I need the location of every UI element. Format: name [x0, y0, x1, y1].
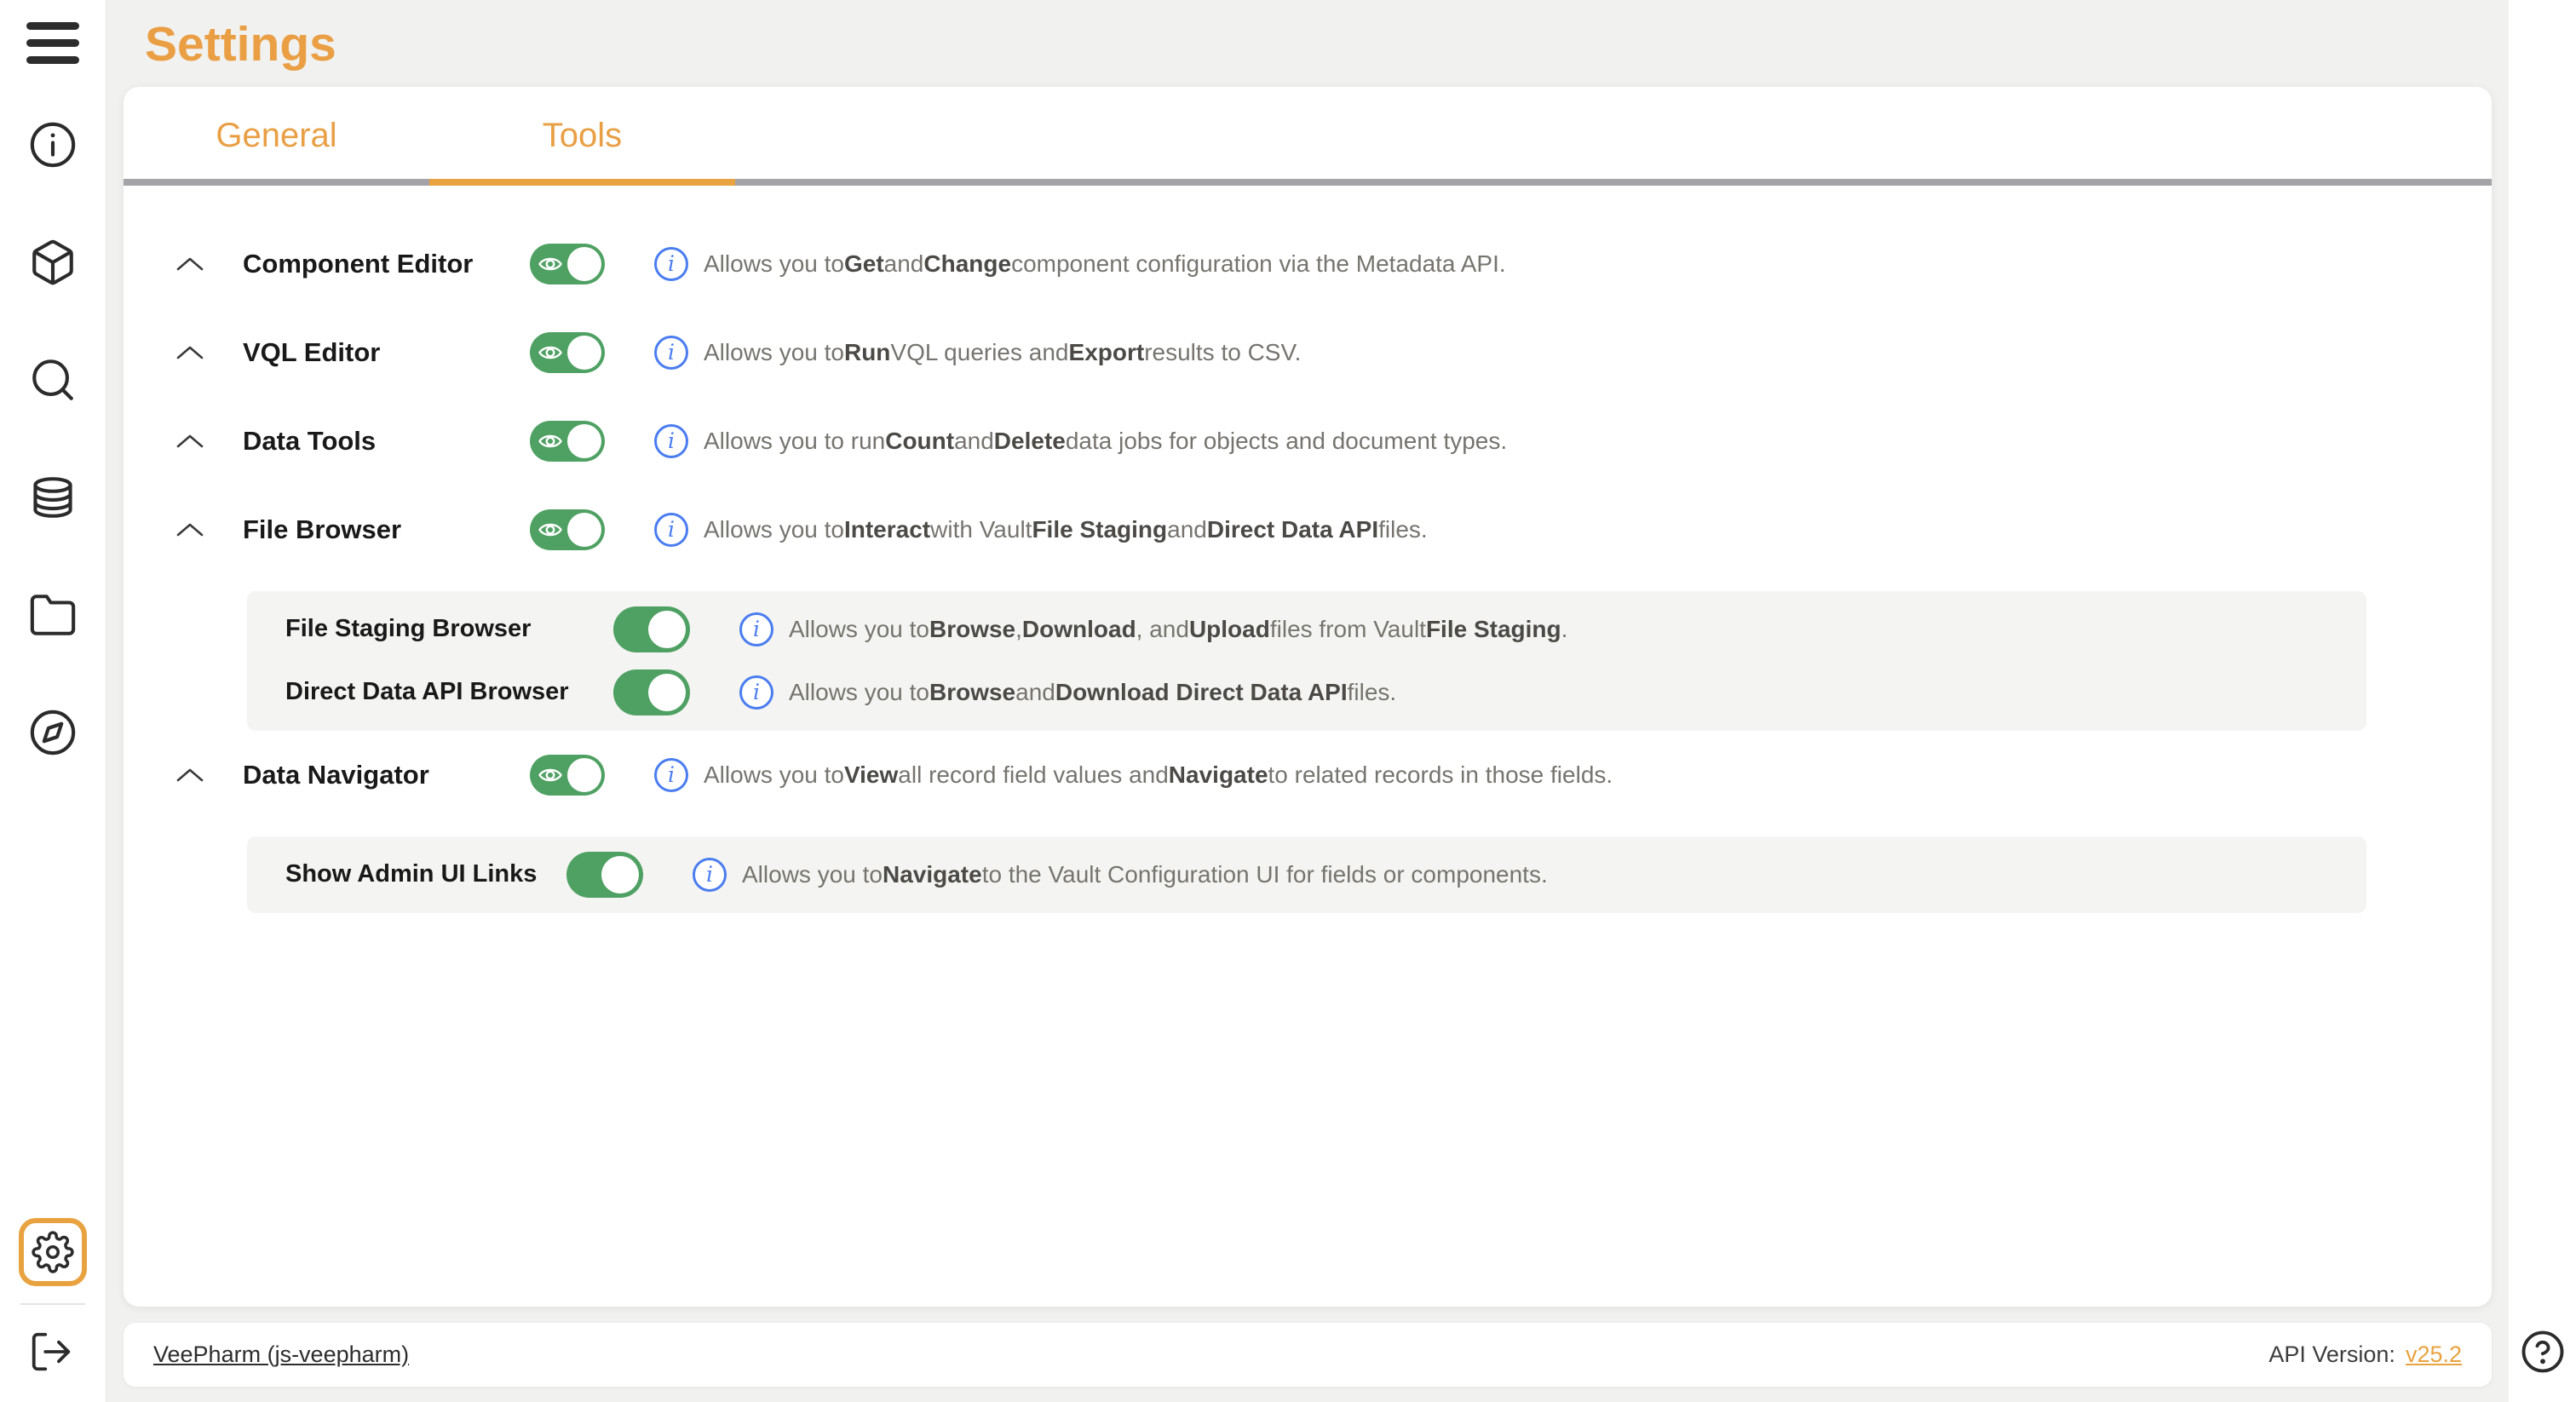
- setting-description: i Allows you to run Count and Delete dat…: [654, 424, 1507, 458]
- eye-icon: [538, 517, 563, 543]
- sidebar-item-info[interactable]: [28, 120, 78, 170]
- data-navigator-subsettings: Show Admin UI Links i Allows you to Navi…: [247, 836, 2366, 913]
- setting-label: Show Admin UI Links: [285, 860, 566, 888]
- toggle-knob: [567, 336, 601, 370]
- info-icon: [28, 120, 78, 170]
- setting-label: Data Tools: [243, 426, 530, 457]
- file-staging-browser-toggle[interactable]: [613, 606, 690, 652]
- components-box-icon: [28, 238, 78, 287]
- page-title: Settings: [145, 17, 2509, 73]
- tab-bar: General Tools: [124, 87, 2492, 186]
- setting-label: Data Navigator: [243, 760, 530, 790]
- toggle-knob: [567, 513, 601, 547]
- main-area: Settings General Tools Component Editor: [106, 0, 2509, 1402]
- toggle-knob: [567, 424, 601, 458]
- settings-card: General Tools Component Editor i: [124, 87, 2492, 1307]
- chevron-up-icon[interactable]: [175, 337, 205, 368]
- chevron-up-icon[interactable]: [175, 249, 205, 279]
- setting-row-data-tools: Data Tools i Allows you to run Count and…: [124, 414, 2492, 468]
- sidebar: [0, 0, 106, 1402]
- setting-row-show-admin-ui-links: Show Admin UI Links i Allows you to Navi…: [247, 843, 2366, 906]
- setting-label: VQL Editor: [243, 337, 530, 368]
- eye-icon: [538, 340, 563, 365]
- api-version: API Version: v25.2: [2268, 1342, 2462, 1368]
- info-icon[interactable]: i: [654, 758, 688, 792]
- setting-description: i Allows you to Browse and Download Dire…: [739, 675, 1396, 710]
- help-icon: [2520, 1329, 2566, 1375]
- sidebar-item-search[interactable]: [28, 355, 78, 405]
- help-button[interactable]: [2520, 1329, 2566, 1375]
- search-icon: [28, 355, 78, 405]
- setting-row-direct-data-api-browser: Direct Data API Browser i Allows you to …: [247, 661, 2366, 724]
- setting-row-file-browser: File Browser i Allows you to Interact wi…: [124, 503, 2492, 557]
- toggle-knob: [648, 674, 686, 711]
- data-tools-toggle[interactable]: [530, 421, 605, 462]
- eye-icon: [538, 428, 563, 454]
- sidebar-item-navigator[interactable]: [28, 708, 78, 757]
- tools-tab-content: Component Editor i Allows you to Get and…: [124, 186, 2492, 1307]
- vql-editor-toggle[interactable]: [530, 332, 605, 373]
- chevron-up-icon[interactable]: [175, 760, 205, 790]
- database-icon: [28, 473, 78, 522]
- api-version-label: API Version:: [2268, 1342, 2395, 1367]
- data-navigator-toggle[interactable]: [530, 755, 605, 796]
- file-browser-subsettings: File Staging Browser i Allows you to Bro…: [247, 591, 2366, 731]
- sidebar-item-files[interactable]: [28, 590, 78, 640]
- sidebar-item-database[interactable]: [28, 473, 78, 522]
- compass-icon: [28, 708, 78, 757]
- chevron-up-icon[interactable]: [175, 426, 205, 457]
- info-icon[interactable]: i: [739, 612, 773, 646]
- setting-description: i Allows you to View all record field va…: [654, 758, 1613, 792]
- tab-general[interactable]: General: [124, 87, 429, 186]
- api-version-link[interactable]: v25.2: [2406, 1342, 2462, 1367]
- folder-icon: [28, 590, 78, 640]
- sidebar-bottom: [19, 1218, 87, 1402]
- toggle-knob: [567, 758, 601, 792]
- logout-icon: [28, 1329, 74, 1375]
- sidebar-item-components[interactable]: [28, 238, 78, 287]
- setting-description: i Allows you to Navigate to the Vault Co…: [693, 858, 1548, 892]
- setting-row-data-navigator: Data Navigator i Allows you to View all …: [124, 748, 2492, 802]
- gear-icon: [32, 1231, 74, 1273]
- toggle-knob: [648, 611, 686, 648]
- sidebar-divider: [20, 1303, 85, 1305]
- show-admin-ui-links-toggle[interactable]: [566, 852, 643, 898]
- info-icon[interactable]: i: [654, 424, 688, 458]
- setting-description: i Allows you to Browse, Download, and Up…: [739, 612, 1567, 646]
- toggle-knob: [601, 856, 639, 893]
- setting-label: File Browser: [243, 514, 530, 545]
- sidebar-nav: [28, 120, 78, 757]
- footer-bar: VeePharm (js-veepharm) API Version: v25.2: [124, 1323, 2492, 1387]
- info-icon[interactable]: i: [654, 336, 688, 370]
- setting-label: Direct Data API Browser: [285, 678, 613, 706]
- eye-icon: [538, 251, 563, 277]
- file-browser-toggle[interactable]: [530, 509, 605, 550]
- info-icon[interactable]: i: [654, 513, 688, 547]
- info-icon[interactable]: i: [654, 247, 688, 281]
- setting-description: i Allows you to Run VQL queries and Expo…: [654, 336, 1301, 370]
- setting-row-vql-editor: VQL Editor i Allows you to Run VQL queri…: [124, 325, 2492, 380]
- toggle-knob: [567, 247, 601, 281]
- tab-active-underline: [429, 179, 735, 186]
- setting-row-component-editor: Component Editor i Allows you to Get and…: [124, 237, 2492, 291]
- setting-label: File Staging Browser: [285, 615, 613, 643]
- info-icon[interactable]: i: [739, 675, 773, 710]
- sidebar-item-settings-active[interactable]: [19, 1218, 87, 1286]
- component-editor-toggle[interactable]: [530, 244, 605, 284]
- setting-description: i Allows you to Interact with Vault File…: [654, 513, 1428, 547]
- eye-icon: [538, 762, 563, 788]
- setting-row-file-staging-browser: File Staging Browser i Allows you to Bro…: [247, 598, 2366, 661]
- setting-label: Component Editor: [243, 249, 530, 279]
- hamburger-menu-icon[interactable]: [26, 22, 79, 64]
- vault-name-link[interactable]: VeePharm (js-veepharm): [153, 1342, 409, 1368]
- chevron-up-icon[interactable]: [175, 514, 205, 545]
- direct-data-api-browser-toggle[interactable]: [613, 669, 690, 715]
- info-icon[interactable]: i: [693, 858, 727, 892]
- tab-tools[interactable]: Tools: [429, 87, 735, 186]
- right-edge-panel: [2509, 0, 2576, 1402]
- setting-description: i Allows you to Get and Change component…: [654, 247, 1506, 281]
- sidebar-item-logout[interactable]: [28, 1327, 78, 1376]
